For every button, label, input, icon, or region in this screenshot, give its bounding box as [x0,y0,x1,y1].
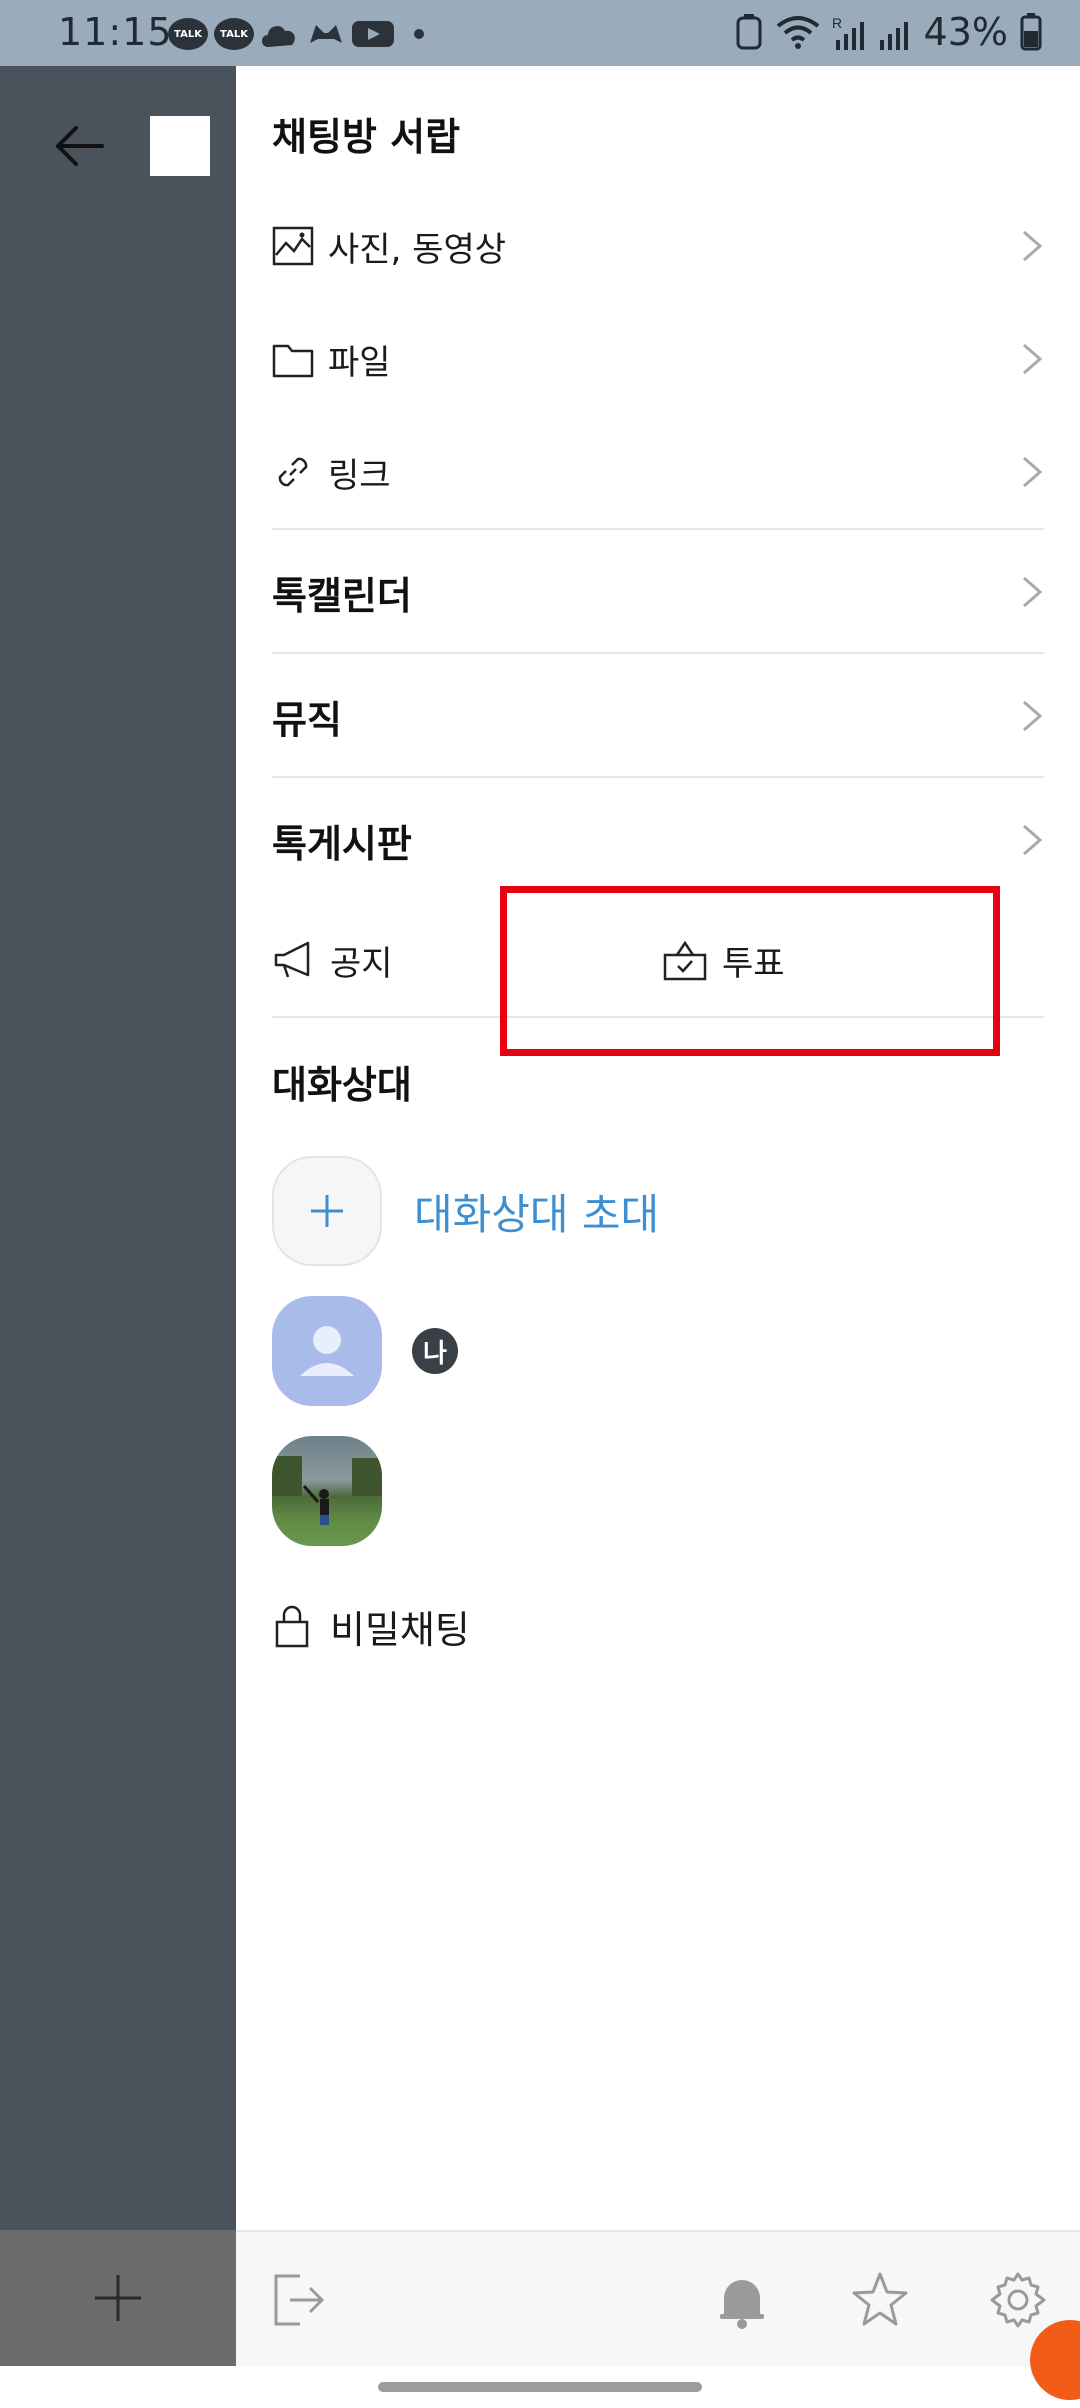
drawer-bottom-bar [236,2230,1080,2366]
secret-chat-label: 비밀채팅 [330,1607,470,1652]
signal-icon [879,22,908,50]
golfer-photo-icon [272,1456,382,1525]
invite-member-row[interactable]: 대화상대 초대 [272,1156,659,1266]
plus-icon [95,2275,141,2321]
megaphone-icon [274,941,310,978]
menu-talk-board-label: 톡게시판 [272,821,412,866]
dimmed-add-button[interactable] [0,2230,236,2366]
avatar [272,1296,382,1406]
kakaotalk-notification-icon: TALK [168,18,208,50]
divider [272,776,1044,778]
menu-photos-videos-label: 사진, 동영상 [328,229,507,270]
folder-icon [272,338,314,380]
vote-label: 투표 [722,943,785,984]
game-icon [310,25,342,43]
chevron-right-icon [1023,824,1043,856]
invite-label: 대화상대 초대 [414,1189,660,1239]
drawer-title: 채팅방 서랍 [272,115,461,159]
menu-files-label: 파일 [328,342,391,383]
invite-button[interactable] [272,1156,382,1266]
notification-icons: TALK TALK [168,14,424,54]
kakaotalk-notification-icon-2: TALK [214,18,254,50]
member-me[interactable]: 나 [272,1296,458,1406]
vote-button[interactable]: 투표 [662,910,785,1010]
signal-roaming-icon: R [832,15,864,50]
chevron-right-icon [1023,456,1043,488]
chevron-right-icon [1023,230,1043,262]
menu-files[interactable]: 파일 [272,309,1044,409]
dimmed-chat-area[interactable] [0,66,236,2230]
recycle-icon [736,14,762,50]
divider [272,652,1044,654]
menu-music[interactable]: 뮤직 [272,666,1044,766]
default-profile-icon [300,1326,354,1376]
divider [272,1016,1044,1018]
exit-icon[interactable] [270,2270,330,2330]
wifi-icon [776,16,819,49]
members-title: 대화상대 [272,1063,412,1107]
roaming-label: R [832,15,842,31]
battery-icon [1020,13,1042,51]
me-badge: 나 [412,1328,458,1374]
member-list-item[interactable] [272,1436,382,1546]
secret-chat-row[interactable]: 비밀채팅 [272,1576,470,1676]
menu-links[interactable]: 링크 [272,422,1044,522]
menu-talk-board[interactable]: 톡게시판 [272,790,1044,890]
battery-percent: 43% [923,10,1008,54]
youtube-icon [352,21,394,47]
image-icon [272,225,314,267]
notice-button[interactable]: 공지 [272,910,393,1010]
bell-icon[interactable] [712,2270,772,2330]
notice-label: 공지 [330,943,393,984]
menu-talk-calendar[interactable]: 톡캘린더 [272,542,1044,642]
menu-links-label: 링크 [328,455,391,496]
menu-music-label: 뮤직 [272,697,342,742]
avatar [272,1436,382,1546]
divider [272,528,1044,530]
back-arrow-icon[interactable] [50,116,110,176]
chevron-right-icon [1023,576,1043,608]
chevron-right-icon [1023,700,1043,732]
more-notifications-dot [414,29,424,39]
chevron-right-icon [1023,343,1043,375]
status-time: 11:15 [58,10,173,54]
lock-icon [275,1605,309,1648]
home-indicator[interactable] [378,2382,702,2392]
status-bar: 11:15 TALK TALK R 43% [0,0,1080,66]
gear-icon[interactable] [988,2270,1048,2330]
cloud-icon [262,26,295,47]
star-icon[interactable] [850,2270,910,2330]
board-shortcuts: 공지 투표 [272,910,1044,1010]
menu-photos-videos[interactable]: 사진, 동영상 [272,196,1044,296]
ballot-box-icon [663,940,707,981]
chat-drawer: 채팅방 서랍 사진, 동영상 파일 링크 톡캘린더 뮤직 톡게시판 공지 투표 … [236,66,1080,2230]
plus-icon [311,1195,343,1227]
link-icon [272,451,314,493]
menu-talk-calendar-label: 톡캘린더 [272,573,412,618]
status-right-icons: R 43% [734,10,1042,54]
chat-thumbnail [150,116,210,176]
